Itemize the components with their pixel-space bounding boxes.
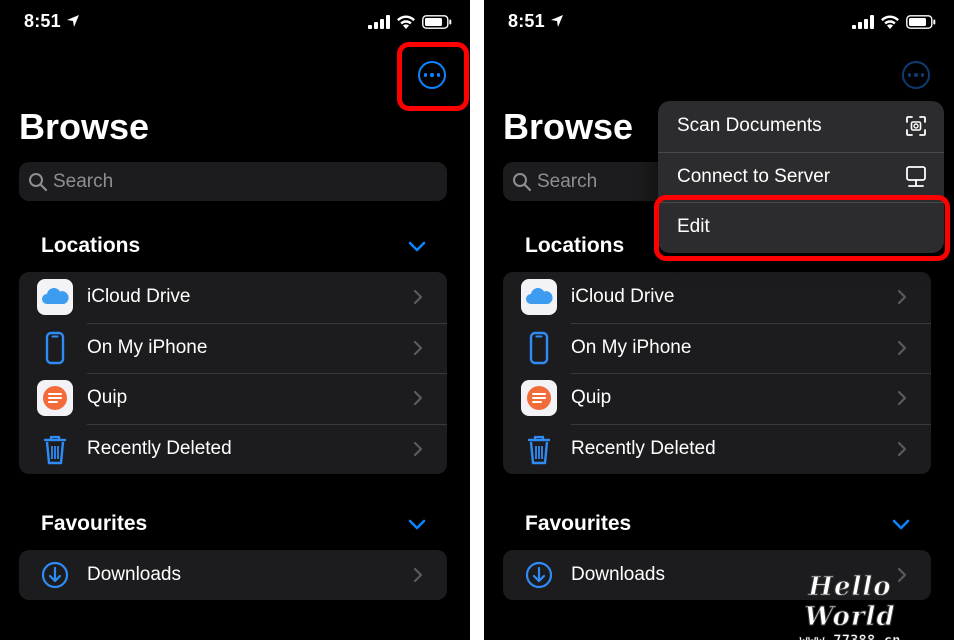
more-dot [914,73,918,77]
status-bar: 8:51 [484,0,954,44]
list-item-recently-deleted[interactable]: Recently Deleted [503,423,931,475]
signal-icon [368,15,390,29]
list-item-downloads[interactable]: Downloads [19,550,447,600]
list-item-label: Quip [571,387,612,408]
menu-item-edit[interactable]: Edit [658,202,944,253]
watermark: Hello World www.77388.cn [770,572,930,640]
locations-list: iCloud Drive On My iPhone Quip Recently … [503,272,931,474]
iphone-icon [45,331,65,364]
wifi-icon [397,15,415,29]
favourites-header[interactable]: Favourites [41,512,147,536]
list-item-label: On My iPhone [571,336,692,358]
context-menu: Scan Documents Connect to Server Edit [658,101,944,253]
list-item-label: Quip [87,387,128,408]
chevron-right-icon [897,340,907,355]
status-bar: 8:51 [0,0,470,44]
menu-item-connect-to-server[interactable]: Connect to Server [658,151,944,203]
list-item-icloud-drive[interactable]: iCloud Drive [503,272,931,323]
locations-header[interactable]: Locations [525,234,624,258]
trash-icon [527,435,551,464]
favourites-header[interactable]: Favourites [525,512,631,536]
list-item-label: Recently Deleted [87,437,232,459]
list-item-on-my-iphone[interactable]: On My iPhone [503,322,931,374]
favourites-list: Downloads [19,550,447,600]
list-item-quip[interactable]: Quip [503,373,931,424]
page-title: Browse [19,106,150,147]
watermark-title: Hello World [804,572,896,633]
location-arrow-icon [67,15,79,27]
chevron-right-icon [897,289,907,305]
search-input[interactable]: Search [19,162,447,201]
chevron-right-icon [897,441,907,456]
location-arrow-icon [551,15,563,27]
quip-icon [37,380,73,416]
menu-item-label: Connect to Server [677,165,831,187]
list-item-label: Recently Deleted [571,437,716,459]
more-dot [423,73,428,77]
chevron-right-icon [413,289,423,305]
locations-header[interactable]: Locations [41,234,140,258]
more-options-button[interactable] [902,61,930,89]
chevron-right-icon [413,567,423,583]
watermark-url: www.77388.cn [770,632,930,640]
list-item-recently-deleted[interactable]: Recently Deleted [19,423,447,475]
files-screen-right: 8:51 Browse Search Locations iCloud Driv… [484,0,954,640]
menu-item-label: Scan Documents [677,115,822,136]
chevron-down-icon[interactable] [408,519,426,531]
list-item-label: iCloud Drive [87,286,191,307]
menu-item-scan-documents[interactable]: Scan Documents [658,101,944,152]
list-item-quip[interactable]: Quip [19,373,447,424]
iphone-icon [529,331,549,364]
page-title: Browse [503,106,634,147]
download-icon [525,561,553,589]
status-time: 8:51 [24,11,61,31]
more-dot [920,73,925,77]
icloud-icon [521,279,557,315]
server-icon [906,165,926,187]
more-dot [436,73,441,77]
list-item-label: Downloads [87,564,181,585]
list-item-on-my-iphone[interactable]: On My iPhone [19,322,447,374]
more-options-button[interactable] [418,61,446,89]
list-item-icloud-drive[interactable]: iCloud Drive [19,272,447,323]
more-dot [907,73,912,77]
more-dot [430,73,434,77]
download-icon [41,561,69,589]
quip-icon [521,380,557,416]
list-item-label: Downloads [571,564,665,585]
chevron-right-icon [413,390,423,406]
trash-icon [43,435,67,464]
chevron-right-icon [413,340,423,355]
locations-list: iCloud Drive On My iPhone Quip Recently … [19,272,447,474]
chevron-down-icon[interactable] [892,519,910,531]
search-placeholder: Search [537,171,598,192]
battery-icon [906,15,936,29]
chevron-right-icon [897,390,907,406]
scan-icon [906,116,926,136]
chevron-right-icon [413,441,423,456]
search-icon [29,173,48,192]
files-screen-left: 8:51 Browse Search Locations iCloud Driv… [0,0,470,640]
chevron-down-icon[interactable] [408,241,426,253]
list-item-label: iCloud Drive [571,286,675,307]
status-time: 8:51 [508,11,545,31]
battery-icon [422,15,452,29]
menu-item-label: Edit [677,216,710,237]
search-icon [513,173,532,192]
list-item-label: On My iPhone [87,336,208,358]
search-placeholder: Search [53,171,114,192]
icloud-icon [37,279,73,315]
signal-icon [852,15,874,29]
wifi-icon [881,15,899,29]
